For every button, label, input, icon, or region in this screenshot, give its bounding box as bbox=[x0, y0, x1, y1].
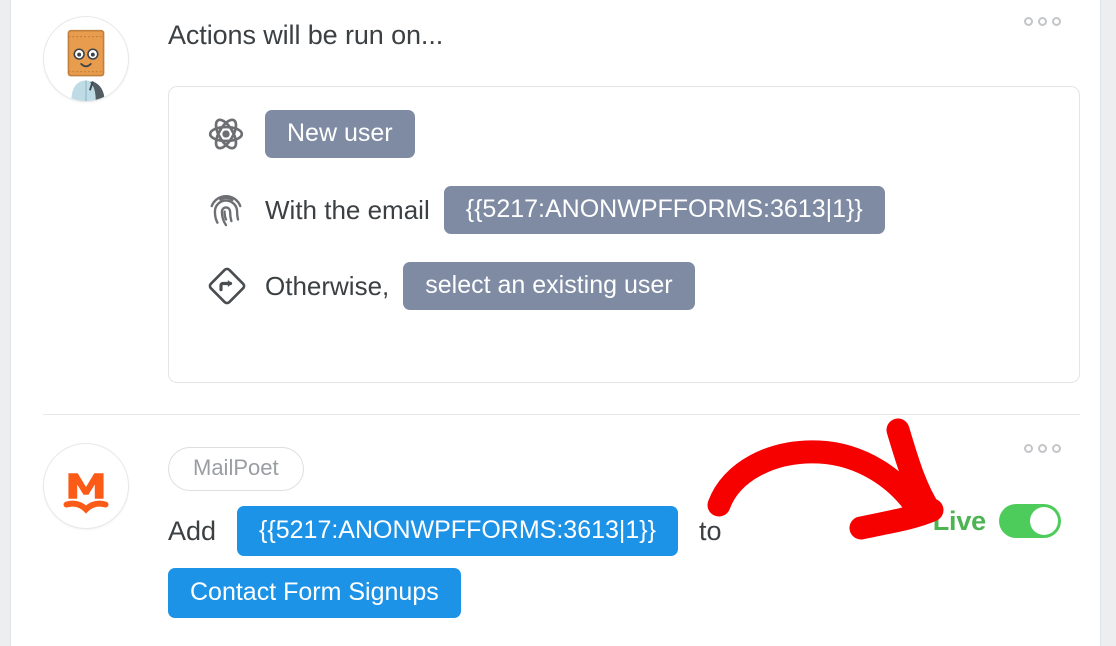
toggle-knob bbox=[1030, 507, 1058, 535]
condition-row: New user bbox=[207, 109, 415, 159]
action-pill-subscriber-merge-tag[interactable]: {{5217:ANONWPFFORMS:3613|1}} bbox=[237, 506, 679, 557]
road-sign-turn-right-icon bbox=[207, 261, 253, 311]
dot-1 bbox=[1024, 17, 1033, 26]
dot-2 bbox=[1038, 444, 1047, 453]
annotation-arrow-icon bbox=[707, 418, 944, 540]
app-badge-mailpoet[interactable]: MailPoet bbox=[168, 447, 304, 491]
content-panel: Actions will be run on... New user With … bbox=[10, 0, 1101, 646]
screenshot-root: Actions will be run on... New user With … bbox=[0, 0, 1116, 646]
page-title: Actions will be run on... bbox=[168, 20, 444, 50]
status-badge: Live bbox=[932, 505, 986, 536]
trigger-avatar-column bbox=[43, 16, 129, 102]
section-divider bbox=[43, 414, 1080, 415]
mailpoet-logo-avatar bbox=[43, 443, 129, 529]
paper-bag-character-avatar bbox=[43, 16, 129, 102]
trigger-pill-new-user[interactable]: New user bbox=[265, 109, 415, 159]
action-connector-text: to bbox=[699, 515, 722, 546]
condition-row: Otherwise, select an existing user bbox=[207, 261, 695, 311]
dot-2 bbox=[1038, 17, 1047, 26]
atom-icon bbox=[207, 109, 253, 159]
action-pill-target-list[interactable]: Contact Form Signups bbox=[168, 568, 461, 619]
live-status-group: Live bbox=[933, 504, 1061, 538]
action-sentence-line-2: Contact Form Signups bbox=[168, 568, 461, 619]
trigger-conditions-card: New user With the email {{5217:ANONWPFFO… bbox=[168, 86, 1080, 383]
dot-3 bbox=[1052, 444, 1061, 453]
fingerprint-icon bbox=[207, 185, 253, 235]
live-toggle-switch[interactable] bbox=[999, 504, 1061, 538]
action-lead-text: Add bbox=[168, 515, 217, 546]
condition-prefix-text: With the email bbox=[265, 194, 430, 225]
condition-prefix-text: Otherwise, bbox=[265, 270, 390, 301]
action-more-menu[interactable] bbox=[1024, 444, 1061, 453]
trigger-more-menu[interactable] bbox=[1024, 17, 1061, 26]
dot-1 bbox=[1024, 444, 1033, 453]
trigger-pill-select-existing-user[interactable]: select an existing user bbox=[403, 261, 695, 311]
dot-3 bbox=[1052, 17, 1061, 26]
action-avatar-column bbox=[43, 443, 129, 529]
trigger-pill-email-merge-tag[interactable]: {{5217:ANONWPFFORMS:3613|1}} bbox=[443, 185, 885, 235]
condition-row: With the email {{5217:ANONWPFFORMS:3613|… bbox=[207, 185, 885, 235]
action-sentence-line-1: Add {{5217:ANONWPFFORMS:3613|1}} to bbox=[168, 506, 722, 557]
